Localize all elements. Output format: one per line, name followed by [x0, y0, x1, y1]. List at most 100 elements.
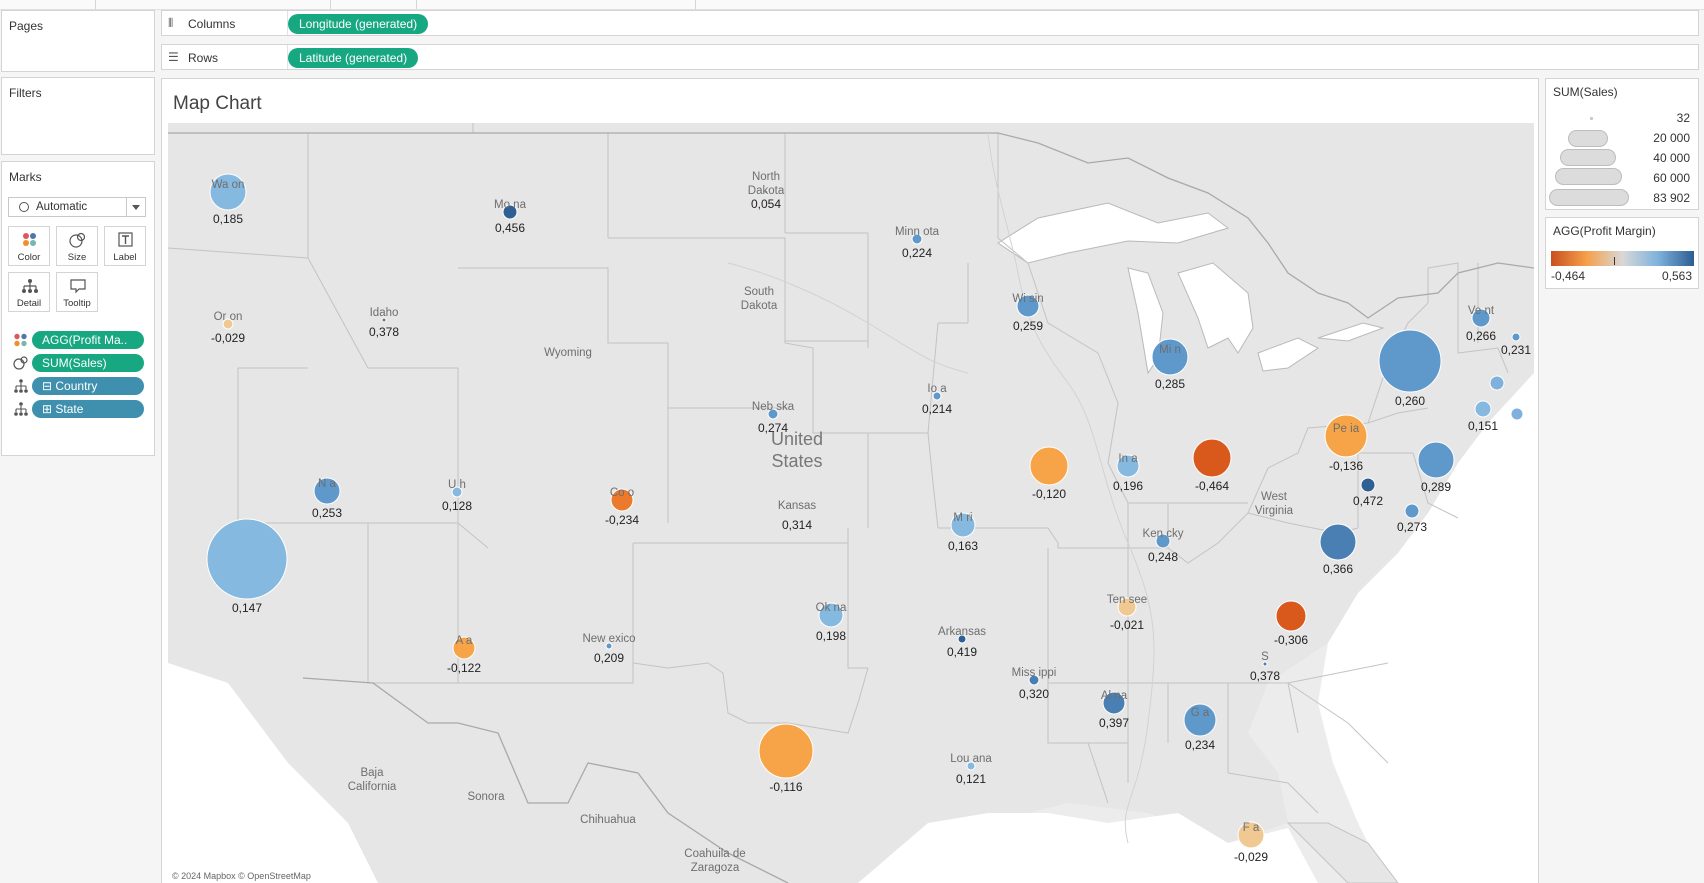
- profit-margin-label: 0,209: [593, 651, 625, 665]
- state-bubble[interactable]: [1319, 523, 1357, 561]
- region-label: South Dakota: [740, 286, 778, 312]
- profit-margin-label: 0,366: [1322, 562, 1354, 576]
- profit-margin-label: 0,260: [1394, 394, 1426, 408]
- color-legend-title: AGG(Profit Margin): [1553, 224, 1656, 238]
- state-bubble[interactable]: [206, 518, 288, 600]
- state-bubble[interactable]: [758, 723, 814, 779]
- size-legend-entry: 20 000: [1653, 131, 1690, 145]
- state-bubble[interactable]: [1511, 332, 1521, 342]
- label-button[interactable]: Label: [104, 226, 146, 266]
- marks-field-profit-margin[interactable]: AGG(Profit Ma..: [32, 331, 144, 349]
- color-legend[interactable]: AGG(Profit Margin) -0,464 0,563: [1545, 217, 1699, 289]
- mark-type-value: Automatic: [36, 201, 88, 213]
- state-name-label: New exico: [582, 633, 636, 645]
- latitude-pill[interactable]: Latitude (generated): [288, 48, 419, 68]
- state-name-label: Al na: [1100, 690, 1128, 702]
- profit-margin-label: 0,163: [947, 539, 979, 553]
- rows-shelf-label: Rows: [188, 51, 219, 65]
- size-legend[interactable]: SUM(Sales) 32 20 000 40 000 60 000 83 90…: [1545, 78, 1699, 210]
- profit-margin-label: 0,054: [750, 197, 782, 211]
- toolbar-divider: [695, 0, 696, 9]
- pages-card[interactable]: Pages: [1, 10, 155, 72]
- profit-margin-label: -0,029: [1233, 850, 1269, 864]
- region-label: United States: [770, 429, 824, 471]
- longitude-pill[interactable]: Longitude (generated): [288, 14, 429, 34]
- detail-icon: [14, 379, 28, 393]
- pages-card-title: Pages: [9, 19, 44, 33]
- state-bubble[interactable]: [1192, 438, 1232, 478]
- size-legend-swatch: [1555, 168, 1622, 185]
- state-name-label: Neb ska: [751, 401, 795, 413]
- chevron-down-icon[interactable]: [126, 198, 145, 216]
- state-bubble[interactable]: [1417, 441, 1455, 479]
- filters-card-title: Filters: [9, 86, 42, 100]
- state-bubble[interactable]: [1029, 446, 1069, 486]
- region-label: Chihuahua: [580, 814, 636, 826]
- state-bubble[interactable]: [1360, 477, 1376, 493]
- profit-margin-label: 0,198: [815, 629, 847, 643]
- profit-margin-label: -0,120: [1031, 487, 1067, 501]
- profit-margin-label: 0,266: [1465, 329, 1497, 343]
- top-toolbar-strip: [0, 0, 1704, 10]
- profit-margin-label: 0,147: [231, 601, 263, 615]
- state-name-label: Ve nt: [1467, 305, 1495, 317]
- profit-margin-label: 0,289: [1420, 480, 1452, 494]
- region-label: Sonora: [467, 791, 505, 803]
- marks-field-sales[interactable]: SUM(Sales): [32, 354, 144, 372]
- profit-margin-label: -0,136: [1328, 459, 1364, 473]
- profit-margin-label: 0,456: [494, 221, 526, 235]
- state-name-label: Minn ota: [894, 226, 940, 238]
- rows-icon: ☰: [168, 50, 179, 64]
- state-name-label: Wi sin: [1012, 293, 1044, 305]
- map-area[interactable]: Wa on 0,185 Mo na 0,456 0,054 Minn ota 0,224 Or…: [168, 123, 1534, 883]
- detail-button[interactable]: Detail: [8, 272, 50, 312]
- size-legend-swatch: [1549, 189, 1629, 206]
- profit-margin-label: -0,122: [446, 661, 482, 675]
- state-bubble[interactable]: [1404, 503, 1420, 519]
- state-bubble[interactable]: [1474, 400, 1492, 418]
- marks-card-title: Marks: [9, 170, 42, 184]
- columns-shelf[interactable]: ⦀ Columns Longitude (generated): [161, 10, 1699, 36]
- color-button[interactable]: Color: [8, 226, 50, 266]
- profit-margin-label: 0,472: [1352, 494, 1384, 508]
- marks-field-state[interactable]: ⊞ State: [32, 400, 144, 418]
- detail-icon: [22, 279, 38, 293]
- profit-margin-label: 0,234: [1184, 738, 1216, 752]
- state-name-label: Miss ippi: [1011, 667, 1057, 679]
- state-name-label: Co o: [609, 487, 635, 499]
- state-name-label: S: [1261, 651, 1269, 663]
- rows-shelf[interactable]: ☰ Rows Latitude (generated): [161, 44, 1699, 70]
- filters-card[interactable]: Filters: [1, 77, 155, 155]
- size-button-label: Size: [67, 252, 87, 263]
- state-name-label: Ken cky: [1142, 528, 1184, 540]
- state-bubble[interactable]: [1378, 329, 1442, 393]
- profit-margin-label: 0,224: [901, 246, 933, 260]
- color-button-label: Color: [17, 252, 41, 263]
- profit-margin-label: 0,253: [311, 506, 343, 520]
- state-bubble[interactable]: [1275, 600, 1307, 632]
- size-icon: [69, 232, 86, 248]
- size-button[interactable]: Size: [56, 226, 98, 266]
- state-name-label: G a: [1190, 707, 1210, 719]
- size-icon: [13, 356, 28, 370]
- color-legend-ramp: [1551, 251, 1694, 266]
- state-bubble[interactable]: [1510, 407, 1524, 421]
- profit-margin-label: 0,320: [1018, 687, 1050, 701]
- region-label: Baja California: [347, 767, 397, 793]
- profit-margin-label: 0,248: [1147, 550, 1179, 564]
- marks-field-country[interactable]: ⊟ Country: [32, 377, 144, 395]
- profit-margin-label: -0,029: [210, 331, 246, 345]
- viz-title: Map Chart: [173, 93, 262, 114]
- mark-type-dropdown[interactable]: Automatic: [8, 197, 146, 217]
- state-bubble[interactable]: [1489, 375, 1505, 391]
- state-name-label: F a: [1242, 822, 1260, 834]
- state-name-label: Mo na: [494, 199, 526, 211]
- profit-margin-label: 0,419: [946, 645, 978, 659]
- state-name-label: Kansas: [777, 500, 817, 512]
- map-copyright: © 2024 Mapbox © OpenStreetMap: [172, 871, 311, 881]
- tooltip-button[interactable]: Tooltip: [56, 272, 98, 312]
- state-name-label: Idaho: [369, 307, 399, 319]
- tooltip-button-label: Tooltip: [63, 298, 91, 309]
- region-label: Wyoming: [544, 347, 592, 359]
- state-name-label: Arkansas: [938, 626, 986, 638]
